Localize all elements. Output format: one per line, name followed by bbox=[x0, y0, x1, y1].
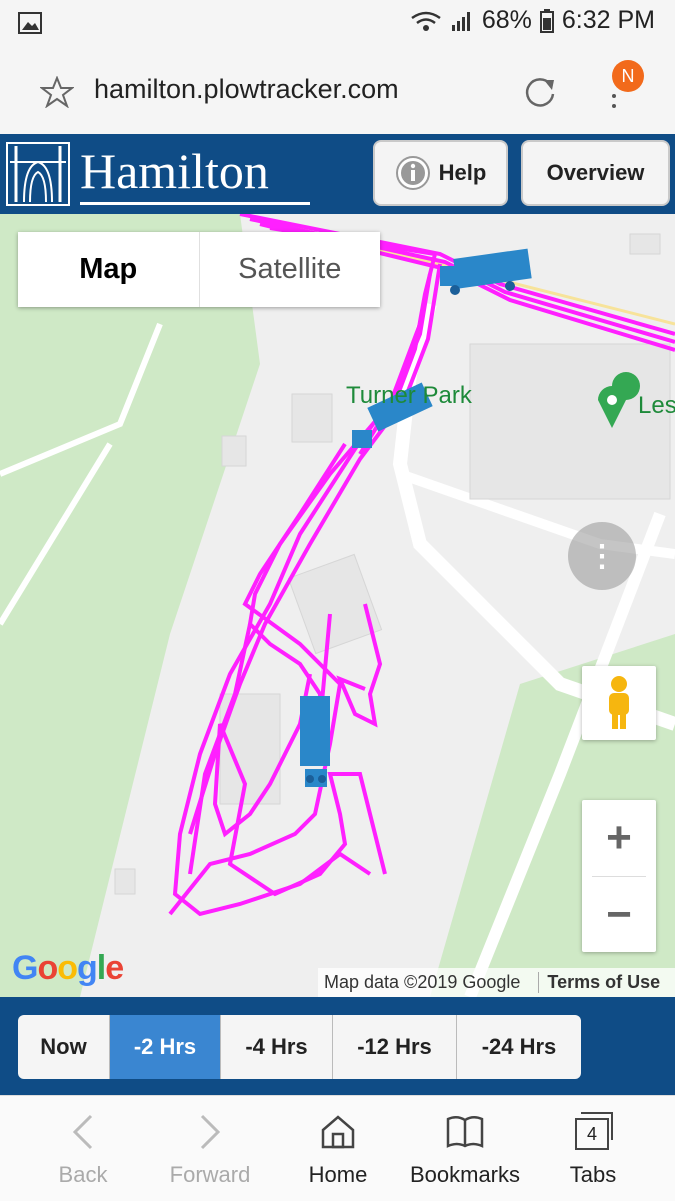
hamilton-logo-icon bbox=[6, 142, 70, 206]
back-button[interactable]: Back bbox=[23, 1096, 143, 1201]
bookmark-star-icon[interactable] bbox=[40, 76, 74, 108]
back-icon bbox=[72, 1114, 93, 1150]
google-logo: Google bbox=[12, 949, 124, 987]
more-options-button[interactable]: ⋮ bbox=[568, 522, 636, 590]
overview-button[interactable]: Overview bbox=[521, 140, 670, 206]
filter-4hrs-button[interactable]: -4 Hrs bbox=[221, 1015, 333, 1079]
filter-now-button[interactable]: Now bbox=[18, 1015, 110, 1079]
battery-icon bbox=[539, 8, 554, 33]
tabs-label: Tabs bbox=[569, 1162, 617, 1187]
bookmarks-label: Bookmarks bbox=[409, 1162, 521, 1187]
home-label: Home bbox=[308, 1162, 368, 1187]
filter-12hrs-button[interactable]: -12 Hrs bbox=[333, 1015, 457, 1079]
status-bar: 68% 6:32 PM bbox=[0, 0, 675, 48]
time-filter-group: Now -2 Hrs -4 Hrs -12 Hrs -24 Hrs bbox=[18, 1015, 581, 1079]
filter-2hrs-button[interactable]: -2 Hrs bbox=[110, 1015, 221, 1079]
logo-text: Hamilton bbox=[80, 143, 269, 199]
map-type-control: Map Satellite bbox=[18, 232, 380, 307]
map-attribution: Map data ©2019 Google bbox=[324, 972, 521, 992]
tabs-button[interactable]: 4 Tabs bbox=[533, 1096, 653, 1201]
help-label: Help bbox=[438, 160, 487, 185]
zoom-control: + − bbox=[582, 800, 656, 952]
tab-count: 4 bbox=[575, 1118, 609, 1150]
battery-percent: 68% bbox=[481, 6, 532, 34]
image-notification-icon bbox=[18, 12, 42, 34]
place-label-turner-park: Turner Park bbox=[346, 382, 472, 409]
tabs-icon: 4 bbox=[575, 1112, 613, 1150]
home-button[interactable]: Home bbox=[278, 1096, 398, 1201]
map-type-satellite-button[interactable]: Satellite bbox=[200, 232, 381, 307]
bookmarks-icon bbox=[446, 1116, 484, 1148]
zoom-in-button[interactable]: + bbox=[582, 800, 656, 875]
profile-avatar: N bbox=[612, 60, 644, 92]
street-view-button[interactable] bbox=[582, 666, 656, 740]
browser-bottom-nav: Back Forward Home Bookmarks 4 Tabs bbox=[0, 1095, 675, 1201]
pegman-icon bbox=[609, 676, 629, 729]
map-graphics bbox=[0, 214, 675, 997]
forward-icon bbox=[200, 1114, 221, 1150]
zoom-out-button[interactable]: − bbox=[582, 877, 656, 952]
bookmarks-button[interactable]: Bookmarks bbox=[405, 1096, 525, 1201]
map-type-map-button[interactable]: Map bbox=[18, 232, 200, 307]
address-bar: hamilton.plowtracker.com N bbox=[0, 48, 675, 134]
building bbox=[469, 343, 671, 500]
url-field[interactable]: hamilton.plowtracker.com bbox=[94, 74, 399, 105]
signal-icon bbox=[451, 11, 470, 31]
back-label: Back bbox=[58, 1162, 108, 1187]
terms-of-use-link[interactable]: Terms of Use bbox=[538, 972, 660, 993]
menu-button[interactable]: N bbox=[604, 60, 644, 120]
forward-label: Forward bbox=[169, 1162, 251, 1187]
place-label-les: Les bbox=[638, 392, 675, 419]
wifi-icon bbox=[411, 11, 441, 31]
map-canvas[interactable]: Turner Park Les ⋮ Google Map data ©2019 … bbox=[0, 214, 675, 997]
filter-24hrs-button[interactable]: -24 Hrs bbox=[457, 1015, 581, 1079]
info-icon bbox=[395, 156, 430, 190]
reload-icon[interactable] bbox=[522, 74, 558, 110]
home-icon bbox=[321, 1115, 355, 1149]
clock: 6:32 PM bbox=[561, 6, 655, 34]
forward-button[interactable]: Forward bbox=[150, 1096, 270, 1201]
help-button[interactable]: Help bbox=[373, 140, 508, 206]
